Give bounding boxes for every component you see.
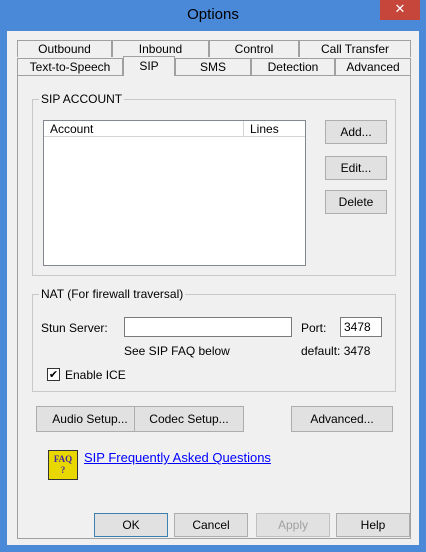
delete-button[interactable]: Delete: [325, 190, 387, 214]
nat-group: NAT (For firewall traversal) Stun Server…: [32, 287, 396, 392]
port-input[interactable]: 3478: [340, 317, 382, 337]
ok-button[interactable]: OK: [94, 513, 168, 537]
cancel-button[interactable]: Cancel: [174, 513, 248, 537]
tab-call-transfer[interactable]: Call Transfer: [299, 40, 411, 57]
add-button[interactable]: Add...: [325, 120, 387, 144]
faq-icon-question: ?: [60, 465, 66, 475]
default-port-text: default: 3478: [301, 344, 371, 358]
nat-group-label: NAT (For firewall traversal): [39, 287, 186, 301]
faq-hint-text: See SIP FAQ below: [124, 344, 230, 358]
sip-tab-panel: SIP ACCOUNT Account Lines Add... Edit...…: [17, 75, 411, 539]
sip-faq-link[interactable]: SIP Frequently Asked Questions: [84, 450, 271, 465]
title-bar[interactable]: Options ✕: [0, 0, 426, 30]
edit-button[interactable]: Edit...: [325, 156, 387, 180]
close-icon[interactable]: ✕: [380, 0, 420, 20]
sip-account-group: SIP ACCOUNT Account Lines Add... Edit...…: [32, 92, 396, 276]
faq-icon-text: FAQ: [53, 454, 73, 464]
tab-text-to-speech[interactable]: Text-to-Speech: [17, 58, 123, 75]
options-window: Options ✕ Outbound Inbound Control Call …: [0, 0, 426, 552]
tab-outbound[interactable]: Outbound: [17, 40, 112, 57]
apply-button[interactable]: Apply: [256, 513, 330, 537]
window-title: Options: [187, 6, 239, 23]
stun-server-input[interactable]: [124, 317, 292, 337]
tab-advanced[interactable]: Advanced: [335, 58, 411, 75]
advanced-setup-button[interactable]: Advanced...: [291, 406, 393, 432]
list-header: Account Lines: [44, 121, 305, 137]
enable-ice-label[interactable]: Enable ICE: [65, 368, 126, 382]
tab-control[interactable]: Control: [209, 40, 299, 57]
help-button[interactable]: Help: [336, 513, 410, 537]
sip-account-list[interactable]: Account Lines: [43, 120, 306, 266]
sip-account-label: SIP ACCOUNT: [39, 92, 125, 106]
column-account[interactable]: Account: [44, 121, 244, 136]
tab-sms[interactable]: SMS: [175, 58, 251, 75]
enable-ice-checkbox[interactable]: ✔: [47, 368, 60, 381]
dialog-client: Outbound Inbound Control Call Transfer T…: [7, 31, 419, 545]
codec-setup-button[interactable]: Codec Setup...: [134, 406, 244, 432]
tab-sip[interactable]: SIP: [123, 56, 175, 76]
audio-setup-button[interactable]: Audio Setup...: [36, 406, 144, 432]
port-label: Port:: [301, 321, 327, 335]
tab-detection[interactable]: Detection: [251, 58, 335, 75]
tab-inbound[interactable]: Inbound: [112, 40, 209, 57]
column-lines[interactable]: Lines: [244, 121, 305, 136]
faq-icon[interactable]: FAQ ?: [48, 450, 78, 480]
stun-server-label: Stun Server:: [41, 321, 108, 335]
